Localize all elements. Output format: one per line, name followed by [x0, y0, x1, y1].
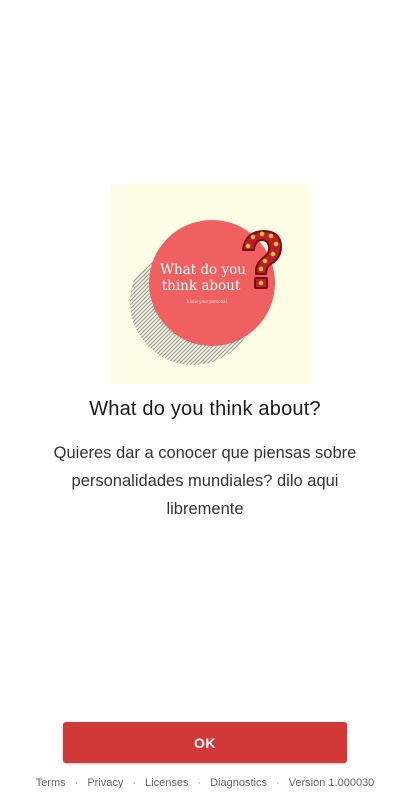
app-title: What do you think about? — [89, 398, 321, 420]
logo-tagline: know your personal — [187, 299, 226, 304]
stripe-line — [303, 184, 311, 384]
footer-separator: · — [276, 777, 280, 789]
licenses-link[interactable]: Licenses — [145, 777, 188, 789]
ok-button[interactable]: OK — [63, 722, 347, 763]
stripe-line — [295, 184, 311, 384]
stripe-line — [299, 184, 311, 384]
terms-link[interactable]: Terms — [36, 777, 66, 789]
logo-graphic: What do you think about know your person… — [130, 184, 311, 384]
stripe-line — [283, 184, 311, 384]
app-info-screen: What do you think about know your person… — [0, 0, 410, 800]
logo-text-line1: What do you — [160, 262, 246, 278]
diagnostics-link[interactable]: Diagnostics — [210, 777, 267, 789]
footer-links: Terms · Privacy · Licenses · Diagnostics… — [0, 777, 410, 789]
footer-separator: · — [197, 777, 202, 789]
stripe-line — [307, 184, 311, 384]
app-logo: What do you think about know your person… — [111, 184, 311, 384]
stripe-line — [271, 184, 311, 384]
stripe-line — [291, 184, 311, 384]
stripe-line — [279, 184, 311, 384]
logo-text-line2: think about — [162, 278, 241, 294]
stripe-line — [287, 184, 311, 384]
version-label: Version 1.000030 — [288, 777, 375, 789]
footer-separator: · — [74, 777, 79, 789]
footer-separator: · — [132, 777, 137, 789]
privacy-link[interactable]: Privacy — [87, 777, 123, 789]
stripe-line — [275, 184, 311, 384]
app-description: Quieres dar a conocer que piensas sobre … — [53, 444, 357, 518]
